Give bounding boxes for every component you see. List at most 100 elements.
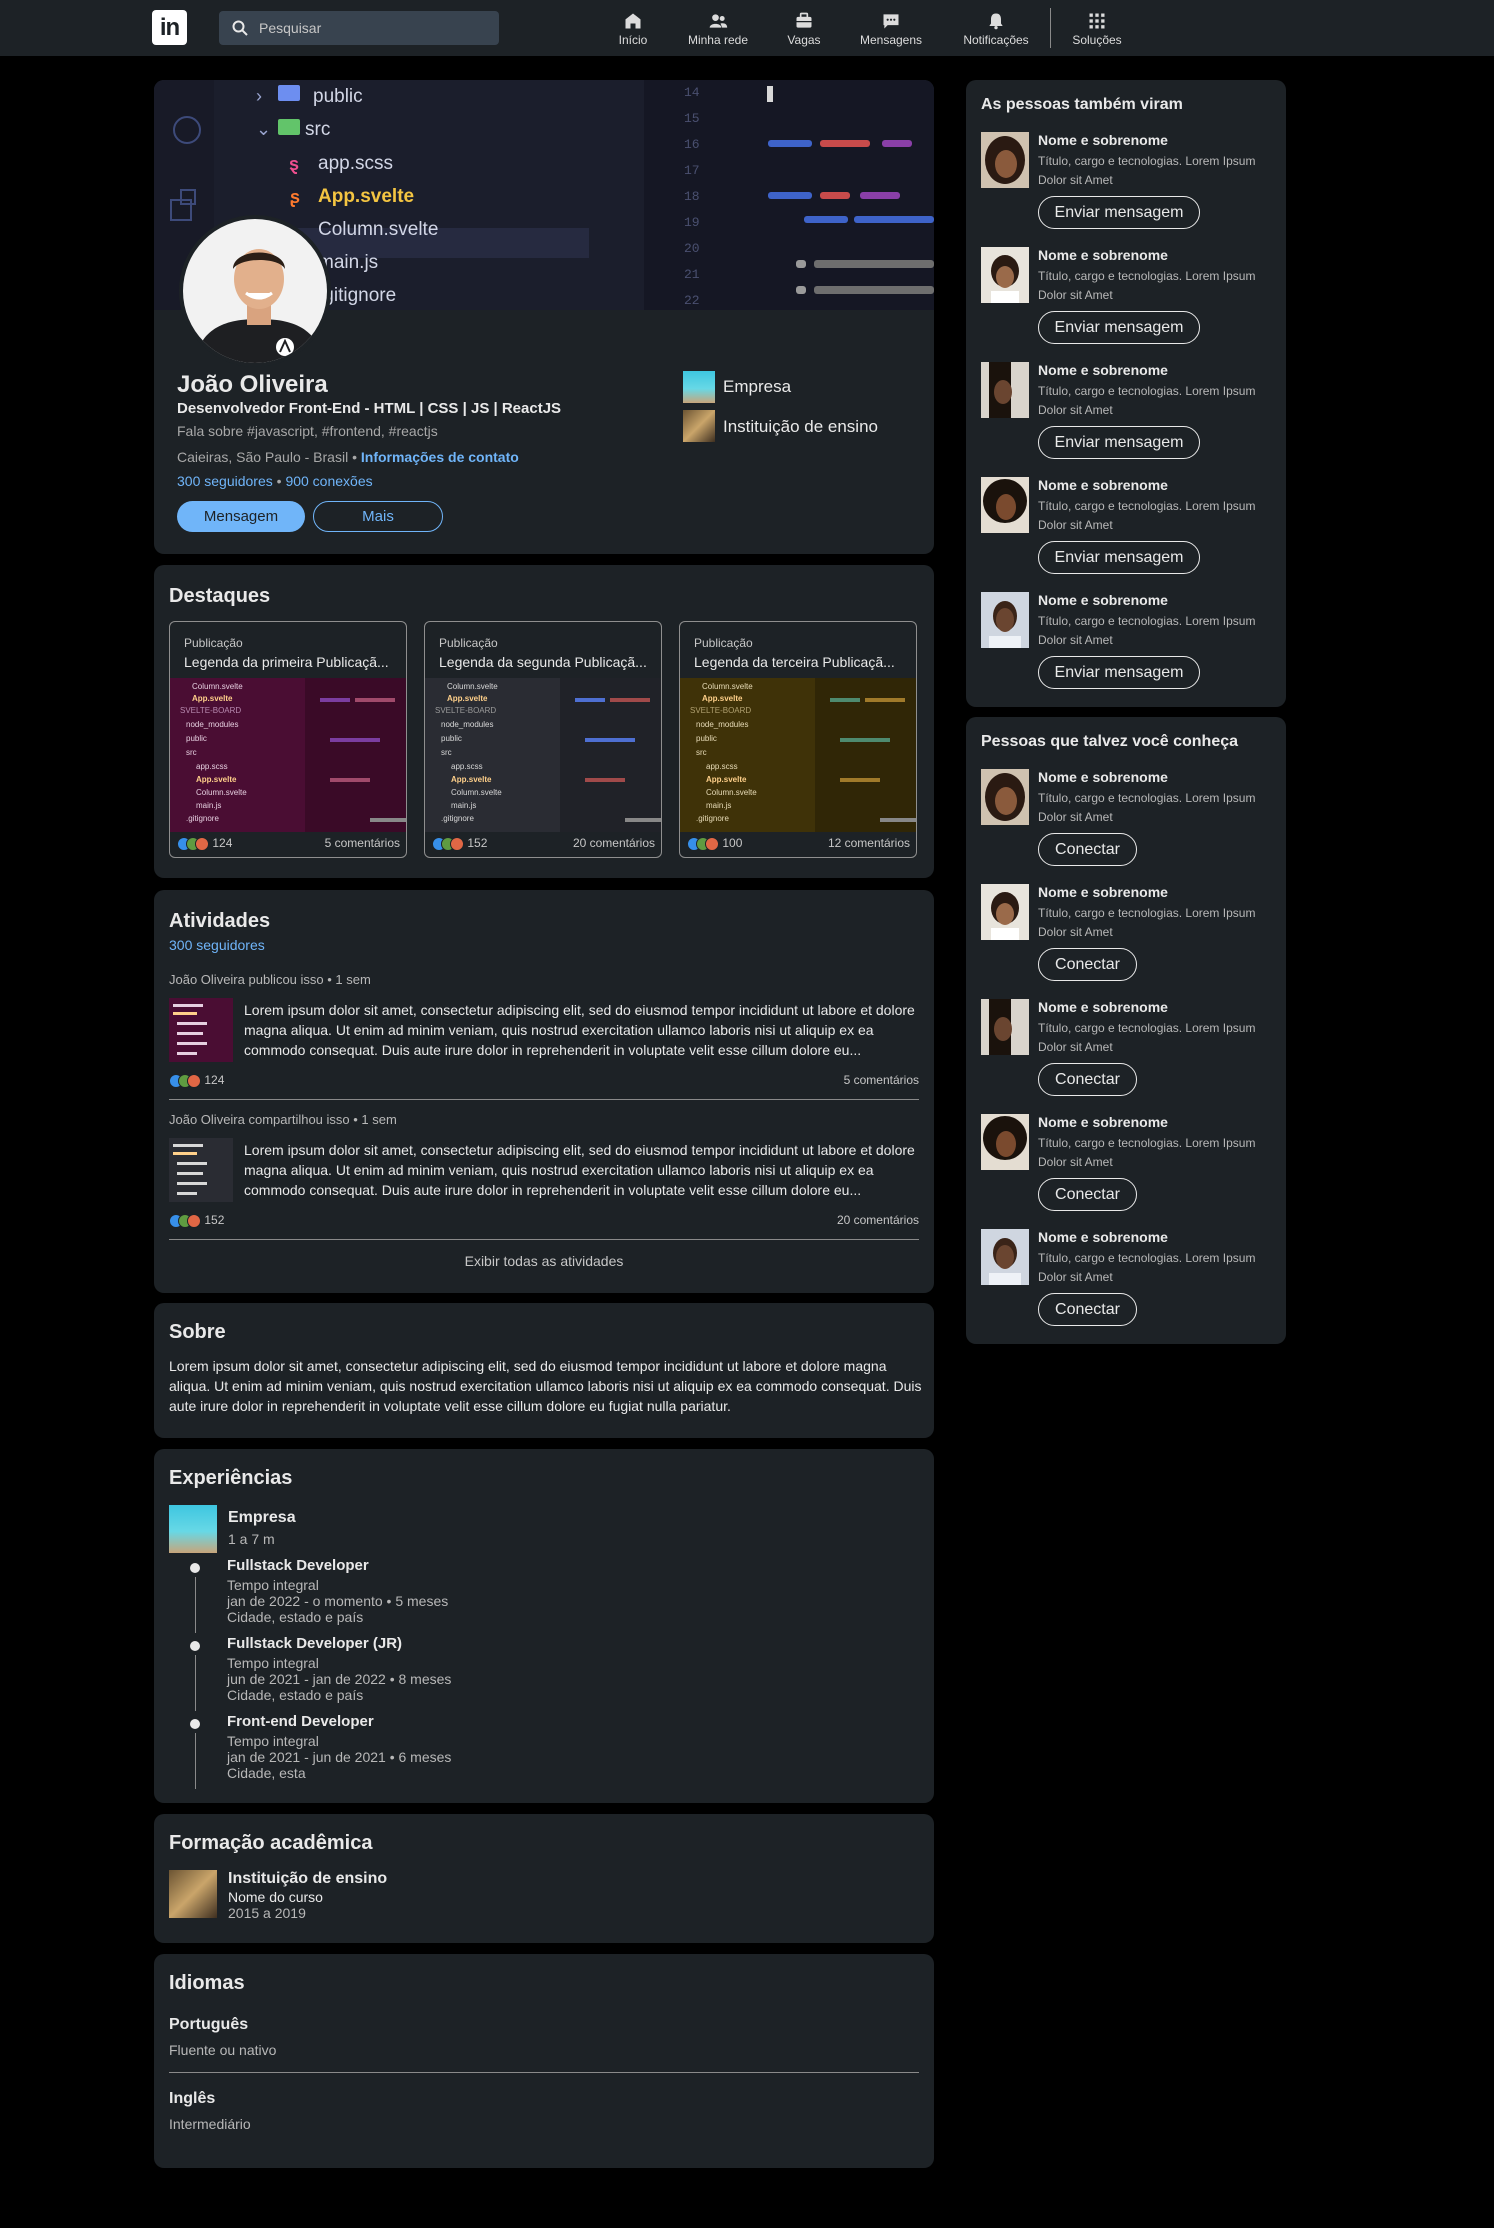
svg-text:App.svelte: App.svelte <box>451 775 492 784</box>
reaction-count: 124 <box>204 1073 225 1087</box>
followers-link[interactable]: 300 seguidores <box>177 473 273 489</box>
person-name[interactable]: Nome e sobrenome <box>1038 362 1168 378</box>
send-message-button[interactable]: Enviar mensagem <box>1038 656 1200 689</box>
person-description: Título, cargo e tecnologias. Lorem Ipsum… <box>1038 269 1256 302</box>
person-avatar[interactable] <box>981 477 1029 533</box>
show-all-activities-button[interactable]: Exibir todas as atividades <box>169 1253 919 1269</box>
person-avatar[interactable] <box>981 769 1029 825</box>
highlights-card: Destaques Publicação Legenda da primeira… <box>154 565 934 878</box>
person-avatar[interactable] <box>981 999 1029 1055</box>
post-comments[interactable]: 20 comentários <box>837 1213 919 1227</box>
person-name[interactable]: Nome e sobrenome <box>1038 1229 1168 1245</box>
role-type: Tempo integral <box>227 1577 319 1593</box>
send-message-button[interactable]: Enviar mensagem <box>1038 426 1200 459</box>
connect-button[interactable]: Conectar <box>1038 833 1137 866</box>
connect-button[interactable]: Conectar <box>1038 1178 1137 1211</box>
post-image: Column.svelte App.svelte SVELTE-BOARD node… <box>680 678 916 832</box>
nav-messages[interactable]: Mensagens <box>856 8 926 52</box>
banner-file-1: src <box>305 119 330 140</box>
post-reactions: 152 <box>432 836 487 851</box>
post-comments[interactable]: 5 comentários <box>844 1073 919 1087</box>
connections-link[interactable]: 900 conexões <box>285 473 372 489</box>
post-thumbnail[interactable] <box>169 1138 233 1202</box>
message-button[interactable]: Mensagem <box>177 501 305 532</box>
highlights-title: Destaques <box>169 585 271 607</box>
person-name[interactable]: Nome e sobrenome <box>1038 247 1168 263</box>
svg-text:main.js: main.js <box>196 801 221 810</box>
education-card: Formação acadêmica Instituição de ensino… <box>154 1814 934 1943</box>
svg-text:Column.svelte: Column.svelte <box>196 788 247 797</box>
role-location: Cidade, estado e país <box>227 1687 364 1703</box>
profile-avatar[interactable] <box>179 215 331 367</box>
connect-button[interactable]: Conectar <box>1038 948 1137 981</box>
nav-home[interactable]: Início <box>613 8 653 52</box>
contact-info-link[interactable]: Informações de contato <box>361 449 519 465</box>
person-avatar[interactable] <box>981 884 1029 940</box>
person-name[interactable]: Nome e sobrenome <box>1038 769 1168 785</box>
svg-text:src: src <box>696 748 707 757</box>
post-thumbnail[interactable] <box>169 998 233 1062</box>
nav-solutions[interactable]: Soluções <box>1071 8 1123 52</box>
search-box[interactable] <box>219 11 499 45</box>
svg-text:.gitignore: .gitignore <box>696 814 729 823</box>
connect-button[interactable]: Conectar <box>1038 1063 1137 1096</box>
person-name[interactable]: Nome e sobrenome <box>1038 477 1168 493</box>
svg-text:17: 17 <box>684 163 700 178</box>
activities-followers-link[interactable]: 300 seguidores <box>169 937 265 953</box>
reactions-icon <box>169 1073 201 1088</box>
languages-title: Idiomas <box>169 1972 245 1994</box>
profile-network-row: 300 seguidores • 900 conexões <box>177 473 373 489</box>
send-message-button[interactable]: Enviar mensagem <box>1038 196 1200 229</box>
send-message-button[interactable]: Enviar mensagem <box>1038 541 1200 574</box>
nav-divider <box>1050 8 1051 48</box>
reaction-count: 100 <box>722 836 743 850</box>
more-button[interactable]: Mais <box>313 501 443 532</box>
post-caption: Legenda da primeira Publicaçã... <box>184 654 389 670</box>
svg-text:node_modules: node_modules <box>441 720 493 729</box>
connect-button[interactable]: Conectar <box>1038 1293 1137 1326</box>
person-name[interactable]: Nome e sobrenome <box>1038 132 1168 148</box>
send-message-button[interactable]: Enviar mensagem <box>1038 311 1200 344</box>
role-type: Tempo integral <box>227 1655 319 1671</box>
person-avatar[interactable] <box>981 592 1029 648</box>
svg-text:21: 21 <box>684 267 700 282</box>
languages-card: Idiomas Português Fluente ou nativo Ingl… <box>154 1954 934 2168</box>
person-name[interactable]: Nome e sobrenome <box>1038 592 1168 608</box>
person-avatar[interactable] <box>981 132 1029 188</box>
post-comments[interactable]: 20 comentários <box>573 836 655 850</box>
highlight-post[interactable]: Publicação Legenda da segunda Publicaçã.… <box>424 621 662 858</box>
search-input[interactable] <box>259 11 489 45</box>
highlight-post[interactable]: Publicação Legenda da primeira Publicaçã… <box>169 621 407 858</box>
current-company[interactable]: Empresa <box>723 377 791 397</box>
nav-network[interactable]: Minha rede <box>683 8 753 52</box>
person-avatar[interactable] <box>981 1229 1029 1285</box>
svg-text:app.scss: app.scss <box>196 762 228 771</box>
post-text: Lorem ipsum dolor sit amet, consectetur … <box>244 1002 915 1058</box>
grid-icon <box>1089 13 1105 29</box>
nav-jobs[interactable]: Vagas <box>783 8 825 52</box>
experience-card: Experiências Empresa 1 a 7 m Fullstack D… <box>154 1449 934 1803</box>
language-level: Fluente ou nativo <box>169 2042 277 2058</box>
person-description: Título, cargo e tecnologias. Lorem Ipsum… <box>1038 154 1256 187</box>
may-know-title: Pessoas que talvez você conheça <box>981 733 1239 750</box>
nav-notifications[interactable]: Notificações <box>960 8 1032 52</box>
linkedin-logo-icon[interactable]: in <box>152 10 187 45</box>
svg-text:App.svelte: App.svelte <box>702 694 743 703</box>
person-avatar[interactable] <box>981 1114 1029 1170</box>
highlight-post[interactable]: Publicação Legenda da terceira Publicaçã… <box>679 621 917 858</box>
post-type: Publicação <box>439 636 498 650</box>
person-name[interactable]: Nome e sobrenome <box>1038 884 1168 900</box>
company-logo <box>683 371 715 403</box>
current-school[interactable]: Instituição de ensino <box>723 417 878 437</box>
post-comments[interactable]: 12 comentários <box>828 836 910 850</box>
post-comments[interactable]: 5 comentários <box>325 836 400 850</box>
person-avatar[interactable] <box>981 362 1029 418</box>
person-name[interactable]: Nome e sobrenome <box>1038 999 1168 1015</box>
company-name[interactable]: Empresa <box>228 1509 296 1527</box>
svg-text:Column.svelte: Column.svelte <box>706 788 757 797</box>
svg-text:.gitignore: .gitignore <box>186 814 219 823</box>
timeline-line <box>195 1577 196 1633</box>
school-name[interactable]: Instituição de ensino <box>228 1870 387 1888</box>
person-name[interactable]: Nome e sobrenome <box>1038 1114 1168 1130</box>
person-avatar[interactable] <box>981 247 1029 303</box>
